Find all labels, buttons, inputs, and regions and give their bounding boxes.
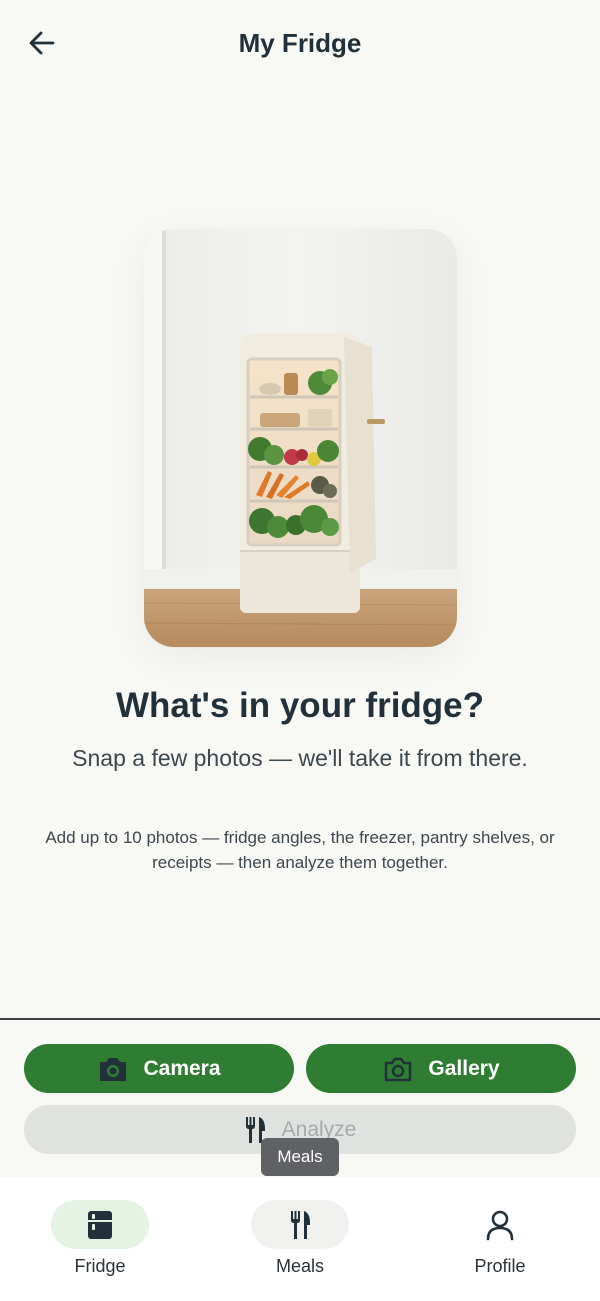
nav-item-meals[interactable]: Meals [200,1178,400,1301]
main-subhead: Snap a few photos — we'll take it from t… [72,745,528,771]
camera-icon [100,1057,127,1081]
fridge-hero-image [144,229,457,647]
fork-knife-icon [291,1210,310,1239]
nav-pill-meals [251,1200,349,1249]
fridge-icon [88,1210,112,1239]
camera-outline-icon [385,1057,412,1081]
divider [0,1018,600,1020]
person-icon [486,1210,514,1240]
nav-label-profile: Profile [474,1256,526,1276]
bottom-navigation: Fridge Meals Profile [0,1178,600,1301]
gallery-button[interactable]: Gallery [306,1044,576,1093]
meals-tooltip: Meals [261,1138,339,1176]
nav-item-fridge[interactable]: Fridge [0,1178,200,1301]
nav-label-fridge: Fridge [74,1256,126,1276]
gallery-button-label: Gallery [428,1056,500,1080]
photo-hint: Add up to 10 photos — fridge angles, the… [45,828,555,872]
camera-button-label: Camera [143,1056,221,1080]
nav-label-meals: Meals [275,1256,324,1276]
nav-pill-profile [451,1200,549,1249]
main-headline: What's in your fridge? [115,686,485,725]
nav-pill-fridge [51,1200,149,1249]
camera-button[interactable]: Camera [24,1044,294,1093]
page-title: My Fridge [238,28,362,58]
app-header: My Fridge [0,0,600,88]
nav-item-profile[interactable]: Profile [400,1178,600,1301]
